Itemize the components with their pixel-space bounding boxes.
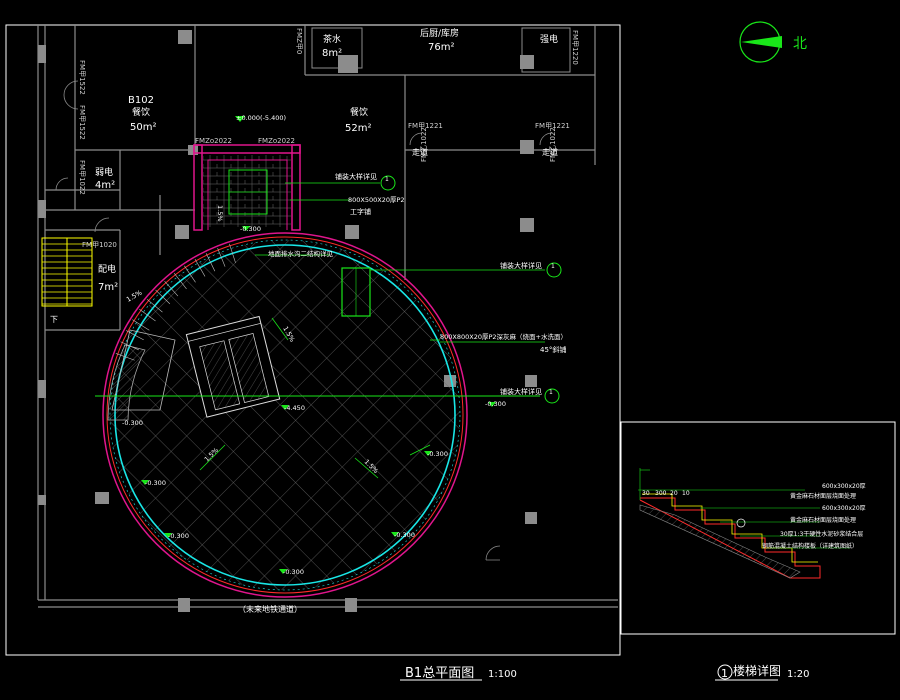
detail-step-finish xyxy=(642,493,818,563)
detail-layer: 30厚1:3干硬性水泥砂浆结合层 xyxy=(780,530,863,538)
level-label: -0.300 xyxy=(485,400,506,408)
callout-ref: 1 xyxy=(549,389,553,396)
door-tag: FM甲1220 xyxy=(571,30,579,65)
callout-text: 铺装大样详见 xyxy=(500,261,542,270)
stair-down-mark: 下 xyxy=(50,315,58,324)
callout-text: 铺装大样详见 xyxy=(500,387,542,396)
detail-layer: 600x300x20厚 xyxy=(822,505,866,512)
door-tag: FMZo2022 xyxy=(258,137,295,145)
plaza-caption: （未来地铁通道） xyxy=(238,604,302,614)
room-b102-name: 餐饮 xyxy=(132,106,150,118)
room-weak-name: 弱电 xyxy=(95,166,113,178)
entrance-pavilion xyxy=(193,144,301,231)
detail-frame xyxy=(620,421,896,635)
room-kitchen-area: 76m² xyxy=(428,42,454,53)
detail-layer: 600x300x20厚 xyxy=(822,483,866,490)
level-label: -0.300 xyxy=(122,419,143,427)
north-arrow: 北 xyxy=(739,21,807,63)
circular-plaza xyxy=(102,232,468,598)
detail-title: 楼梯详图 xyxy=(733,663,781,678)
north-arrow-icon xyxy=(741,36,782,48)
level-label: -0.300 xyxy=(394,531,415,539)
level-label: -0.300 xyxy=(168,532,189,540)
detail-bubble xyxy=(736,518,746,528)
detail-step-profile xyxy=(639,497,821,579)
room-kitchen-name: 后厨/库房 xyxy=(420,27,459,39)
level-label: -0.300 xyxy=(283,568,304,576)
door-tag: FM甲1022 xyxy=(78,160,86,195)
slope-label: 1.5% xyxy=(125,289,143,304)
room-power-area: 7m² xyxy=(98,282,118,293)
door-tag: FM甲1522 xyxy=(78,60,86,95)
detail-dim: 30 xyxy=(642,490,650,497)
level-label: -0.300 xyxy=(240,225,261,233)
level-label: -0.300 xyxy=(427,450,448,458)
level-label: -4.450 xyxy=(284,404,305,412)
detail-number: 1 xyxy=(721,667,728,680)
detail-layer: 钢筋混凝土结构楼板（详建筑图纸） xyxy=(762,542,858,550)
room-dining-name: 餐饮 xyxy=(350,106,368,118)
detail-scale: 1:20 xyxy=(787,669,809,680)
room-weak-area: 4m² xyxy=(95,180,115,191)
callout-text: 工字铺 xyxy=(350,207,371,216)
room-b102-code: B102 xyxy=(128,95,154,106)
callout-text: 铺装大样详见 xyxy=(335,172,377,181)
main-plan: B102 餐饮 50m² 餐饮 52m² 茶水 8m² 后厨/库房 76m² 弱… xyxy=(5,24,621,681)
stair-detail: 30 300 20 10 600x300x20厚 黄金麻石材面层烧面处理 600… xyxy=(620,421,896,681)
door-tag: FM甲1522 xyxy=(78,105,86,140)
cad-drawing-canvas: B102 餐饮 50m² 餐饮 52m² 茶水 8m² 后厨/库房 76m² 弱… xyxy=(5,21,896,681)
detail-dim: 300 xyxy=(655,490,667,497)
room-tea-area: 8m² xyxy=(322,48,342,59)
room-power-name: 配电 xyxy=(98,263,116,275)
door-tag: FM甲1020 xyxy=(82,241,117,249)
callout-text: 地面排水沟二结构详见 xyxy=(268,249,334,258)
detail-dim: 10 xyxy=(682,490,690,497)
slope-label: 1.5% xyxy=(216,205,224,222)
callout-ref: 1 xyxy=(551,263,555,270)
callout-text: 800X500X20厚P2 xyxy=(348,196,405,204)
main-plan-title: B1总平面图 xyxy=(405,666,474,681)
main-plan-scale: 1:100 xyxy=(488,669,517,680)
detail-dim: 20 xyxy=(670,490,678,497)
detail-layer: 黄金麻石材面层烧面处理 xyxy=(790,516,856,524)
door-tag: FMZo2022 xyxy=(195,137,232,145)
level-label: -0.300 xyxy=(145,479,166,487)
room-tea-name: 茶水 xyxy=(323,33,341,45)
room-strong-name: 强电 xyxy=(540,33,558,45)
detail-concrete xyxy=(639,504,801,579)
north-label: 北 xyxy=(793,36,807,52)
callout-text: 45°斜铺 xyxy=(540,345,566,354)
level-label: ±0.000(-5.400) xyxy=(236,114,286,122)
detail-layer: 黄金麻石材面层烧面处理 xyxy=(790,492,856,500)
callout-text: 800X800X20厚P2深灰麻（烧面+水洗面） xyxy=(440,332,567,341)
room-dining-area: 52m² xyxy=(345,123,371,134)
door-tag: FM乙1022 xyxy=(549,127,557,162)
door-tag: FMZ甲0 xyxy=(295,28,303,54)
door-tag: FM乙1022 xyxy=(420,127,428,162)
callout-ref: 1 xyxy=(385,176,389,183)
room-b102-area: 50m² xyxy=(130,122,156,133)
